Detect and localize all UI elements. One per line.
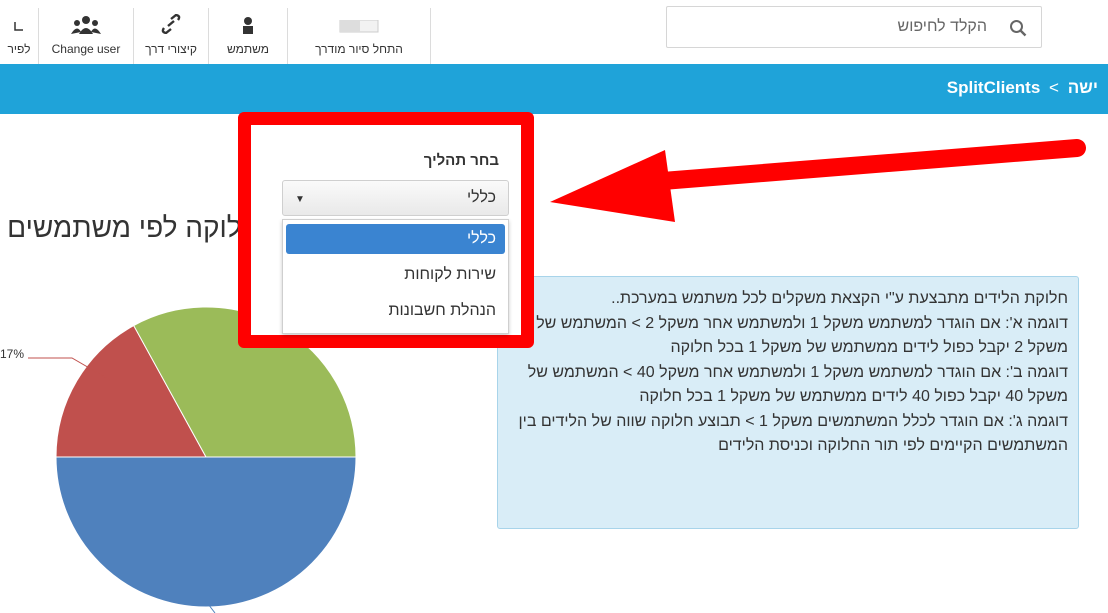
process-dropdown: כללי שירות לקוחות הנהלת חשבונות xyxy=(282,219,509,334)
breadcrumb: SplitClients < ישה xyxy=(947,78,1098,98)
info-line: חלוקת הלידים מתבצעת ע"י הקצאת משקלים לכל… xyxy=(611,290,1068,307)
page-title-text: חלוקה לפי משתמשים לזמן המשתמשים לזמן ה xyxy=(0,212,260,243)
info-line: דוגמה א': אם הוגדר למשתמש משקל 1 ולמשתמש… xyxy=(536,314,1068,357)
user-label: משתמש xyxy=(226,42,270,56)
process-select[interactable]: כללי ▼ xyxy=(282,180,509,216)
change-user-button[interactable]: Change user xyxy=(39,0,133,64)
process-select-value: כללי xyxy=(466,189,496,206)
breadcrumb-current: SplitClients xyxy=(946,78,1041,97)
shortcuts-label: קיצורי דרך xyxy=(145,42,197,56)
pie-data-label: 17% xyxy=(0,347,25,361)
breadcrumb-separator: < xyxy=(1049,78,1059,97)
guided-tour-button[interactable]: התחל סיור מודרך xyxy=(288,0,430,64)
search-input[interactable]: הקלד לחיפוש xyxy=(666,6,1042,48)
breadcrumb-parent[interactable]: ישה xyxy=(1068,78,1098,98)
tour-icon xyxy=(339,20,379,33)
link-icon xyxy=(161,14,181,34)
info-text: חלוקת הלידים מתבצעת ע"י הקצאת משקלים לכל… xyxy=(508,287,1068,459)
info-box: חלוקת הלידים מתבצעת ע"י הקצאת משקלים לכל… xyxy=(497,276,1079,529)
user-icon xyxy=(243,17,253,34)
divider xyxy=(430,8,431,64)
info-line: דוגמה ב': אם הוגדר למשתמש משקל 1 ולמשתמש… xyxy=(527,363,1068,406)
option-general[interactable]: כללי xyxy=(286,224,505,254)
exit-button[interactable]: לפיר xyxy=(0,0,38,64)
option-accounting[interactable]: הנהלת חשבונות xyxy=(286,296,505,326)
exit-icon xyxy=(14,22,23,31)
page-title: חלוקה לפי משתמשים לזמן המשתמשים לזמן ה xyxy=(0,212,260,254)
users-icon xyxy=(71,16,101,34)
red-arrow-annotation xyxy=(550,139,1086,222)
search-placeholder: הקלד לחיפוש xyxy=(897,18,987,35)
pie-slice-blue xyxy=(55,456,357,608)
guided-tour-label: התחל סיור מודרך xyxy=(315,42,403,56)
caret-down-icon: ▼ xyxy=(295,194,305,205)
exit-label: לפיר xyxy=(7,42,31,56)
highlight-frame: בחר תהליך כללי ▼ כללי שירות לקוחות הנהלת… xyxy=(238,112,534,348)
shortcuts-button[interactable]: קיצורי דרך xyxy=(134,0,208,64)
breadcrumb-bar: SplitClients < ישה xyxy=(0,64,1108,114)
user-button[interactable]: משתמש xyxy=(209,0,287,64)
search-icon[interactable] xyxy=(1009,19,1027,37)
change-user-label: Change user xyxy=(51,42,121,56)
info-line: דוגמה ג': אם הוגדר לכלל המשתמשים משקל 1 … xyxy=(518,412,1068,455)
process-label: בחר תהליך xyxy=(423,152,499,169)
option-customer-service[interactable]: שירות לקוחות xyxy=(286,260,505,290)
